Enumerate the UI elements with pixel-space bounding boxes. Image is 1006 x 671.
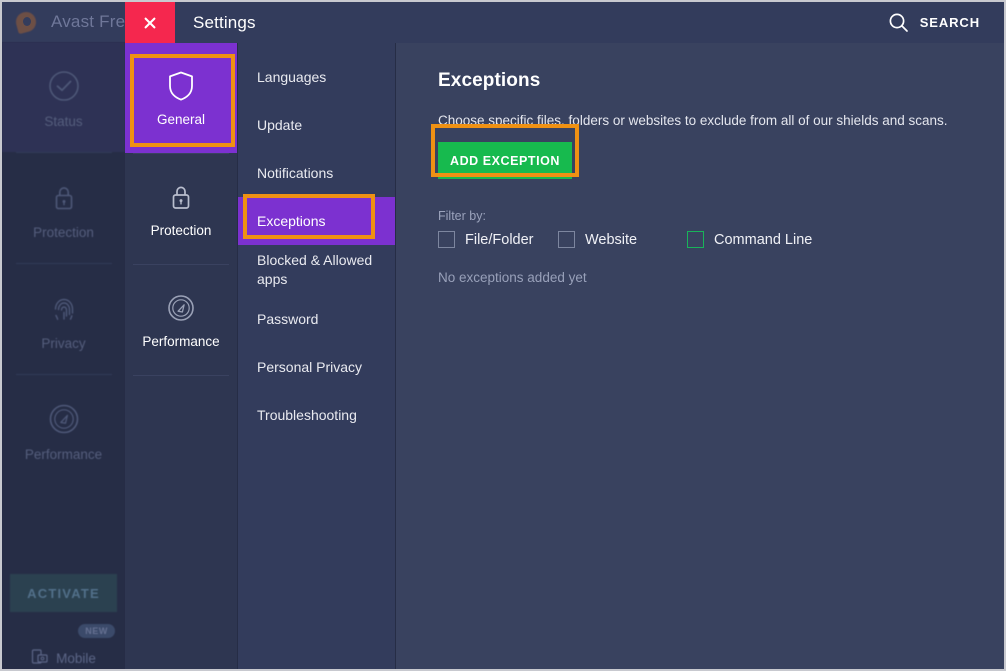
settings-titlebar: Settings SEARCH: [125, 2, 1004, 43]
checkbox-command-line[interactable]: [687, 231, 704, 248]
nav-item-troubleshooting[interactable]: Troubleshooting: [238, 391, 395, 439]
check-circle-icon: [44, 66, 84, 106]
nav-item-notifications[interactable]: Notifications: [238, 149, 395, 197]
sidebar-item-label: Status: [44, 113, 83, 129]
nav-item-label: Languages: [257, 68, 327, 85]
add-exception-button[interactable]: ADD EXCEPTION: [438, 142, 572, 179]
category-label: General: [156, 112, 206, 127]
category-protection[interactable]: Protection: [125, 154, 237, 264]
empty-state-message: No exceptions added yet: [438, 270, 587, 285]
background-app-sidebar: Status Protection Privacy Performance AC…: [2, 42, 125, 669]
sidebar-item-status[interactable]: Status: [2, 42, 125, 152]
mobile-label: Mobile: [56, 650, 96, 666]
new-badge: NEW: [78, 624, 115, 638]
mobile-device-icon: [31, 648, 49, 669]
speedometer-icon: [44, 399, 84, 439]
nav-item-personal-privacy[interactable]: Personal Privacy: [238, 343, 395, 391]
nav-item-label: Exceptions: [257, 212, 326, 229]
nav-item-password[interactable]: Password: [238, 295, 395, 343]
filter-label: File/Folder: [465, 231, 534, 248]
filter-by-label: Filter by:: [438, 209, 486, 223]
activate-button[interactable]: ACTIVATE: [10, 574, 117, 612]
page-title: Exceptions: [438, 70, 541, 91]
category-performance[interactable]: Performance: [125, 265, 237, 375]
settings-nav-column: Languages Update Notifications Exception…: [238, 43, 396, 669]
search-icon: [888, 12, 909, 33]
category-divider: [133, 375, 229, 376]
close-button[interactable]: [125, 2, 175, 43]
nav-item-blocked-allowed-apps[interactable]: Blocked & Allowed apps: [238, 245, 395, 295]
filter-label: Website: [585, 231, 638, 248]
category-general[interactable]: General: [125, 43, 237, 153]
nav-item-languages[interactable]: Languages: [238, 53, 395, 101]
nav-item-label: Blocked & Allowed apps: [257, 252, 373, 287]
activate-label: ACTIVATE: [27, 585, 100, 601]
search-label: SEARCH: [919, 15, 980, 30]
nav-item-exceptions[interactable]: Exceptions: [238, 197, 395, 245]
speedometer-icon: [164, 291, 198, 325]
close-icon: [142, 15, 158, 31]
settings-window: Settings SEARCH General Protection Perfo…: [125, 2, 1004, 669]
category-label: Protection: [150, 223, 212, 238]
checkbox-website[interactable]: [558, 231, 575, 248]
sidebar-item-performance[interactable]: Performance: [2, 375, 125, 485]
nav-item-label: Update: [257, 116, 303, 133]
lock-icon: [164, 180, 198, 214]
nav-item-label: Troubleshooting: [257, 406, 357, 423]
sidebar-item-label: Protection: [33, 224, 94, 240]
nav-item-label: Password: [257, 310, 319, 327]
filter-file-folder[interactable]: File/Folder: [438, 231, 558, 248]
sidebar-item-mobile[interactable]: Mobile: [2, 638, 125, 669]
fingerprint-icon: [44, 288, 84, 328]
filter-command-line[interactable]: Command Line: [687, 231, 812, 248]
nav-item-label: Personal Privacy: [257, 358, 363, 375]
avast-logo-icon: [13, 9, 40, 35]
checkbox-file-folder[interactable]: [438, 231, 455, 248]
category-label: Performance: [142, 334, 220, 349]
sidebar-item-protection[interactable]: Protection: [2, 153, 125, 263]
sidebar-item-label: Privacy: [41, 335, 86, 351]
filter-website[interactable]: Website: [558, 231, 687, 248]
app-window: Avast Free A Status Protection Privacy P…: [0, 0, 1006, 671]
filter-label: Command Line: [714, 231, 813, 248]
nav-item-update[interactable]: Update: [238, 101, 395, 149]
sidebar-item-label: Performance: [24, 446, 103, 462]
filter-checkbox-row: File/Folder Website Command Line: [438, 231, 1004, 248]
settings-content-pane: Exceptions Choose specific files, folder…: [396, 43, 1004, 669]
sidebar-item-privacy[interactable]: Privacy: [2, 264, 125, 374]
search-button[interactable]: SEARCH: [888, 2, 980, 43]
settings-category-column: General Protection Performance: [125, 43, 238, 669]
settings-title: Settings: [193, 12, 256, 32]
shield-icon: [164, 69, 198, 103]
nav-item-label: Notifications: [257, 164, 334, 181]
lock-icon: [44, 177, 84, 217]
page-description: Choose specific files, folders or websit…: [438, 113, 948, 128]
